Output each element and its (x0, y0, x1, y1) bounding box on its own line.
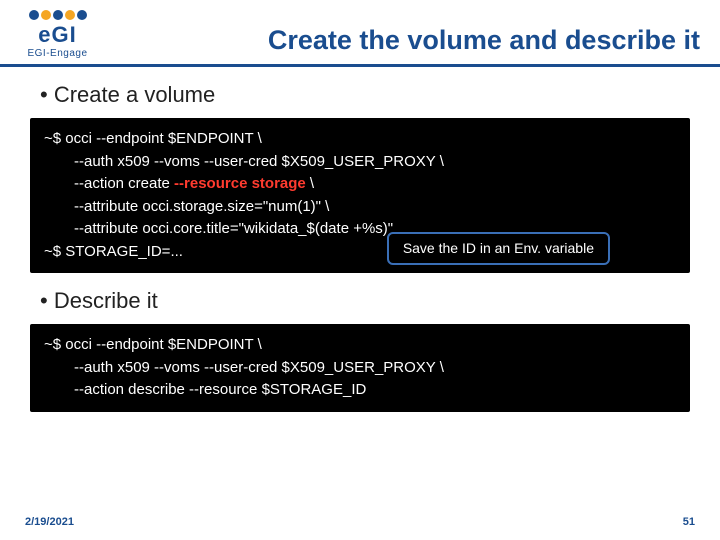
footer-page: 51 (683, 516, 695, 528)
footer: 2/19/2021 51 (0, 516, 720, 528)
logo-icon (29, 10, 87, 20)
highlight-resource: --resource storage (174, 175, 306, 192)
footer-date: 2/19/2021 (25, 516, 74, 528)
code-line: --auth x509 --voms --user-cred $X509_USE… (44, 357, 676, 380)
header: eGI EGI-Engage Create the volume and des… (0, 0, 720, 67)
code-line: --auth x509 --voms --user-cred $X509_USE… (44, 151, 676, 174)
logo-subtitle: EGI-Engage (27, 48, 87, 59)
bullet-create: Create a volume (40, 82, 690, 108)
code-block-describe: ~$ occi --endpoint $ENDPOINT \ --auth x5… (30, 324, 690, 412)
code-line: ~$ occi --endpoint $ENDPOINT \ (44, 334, 676, 357)
code-line: --action create --resource storage \ (44, 173, 676, 196)
page-title: Create the volume and describe it (105, 10, 700, 56)
slide-body: Create a volume ~$ occi --endpoint $ENDP… (0, 82, 720, 412)
code-block-create: ~$ occi --endpoint $ENDPOINT \ --auth x5… (30, 118, 690, 273)
code-line: --action describe --resource $STORAGE_ID (44, 379, 676, 402)
callout-save-id: Save the ID in an Env. variable (387, 232, 610, 265)
bullet-describe: Describe it (40, 288, 690, 314)
code-line: --attribute occi.storage.size="num(1)" \ (44, 196, 676, 219)
code-line: ~$ occi --endpoint $ENDPOINT \ (44, 128, 676, 151)
logo-brand: eGI (38, 22, 76, 48)
logo: eGI EGI-Engage (10, 10, 105, 59)
